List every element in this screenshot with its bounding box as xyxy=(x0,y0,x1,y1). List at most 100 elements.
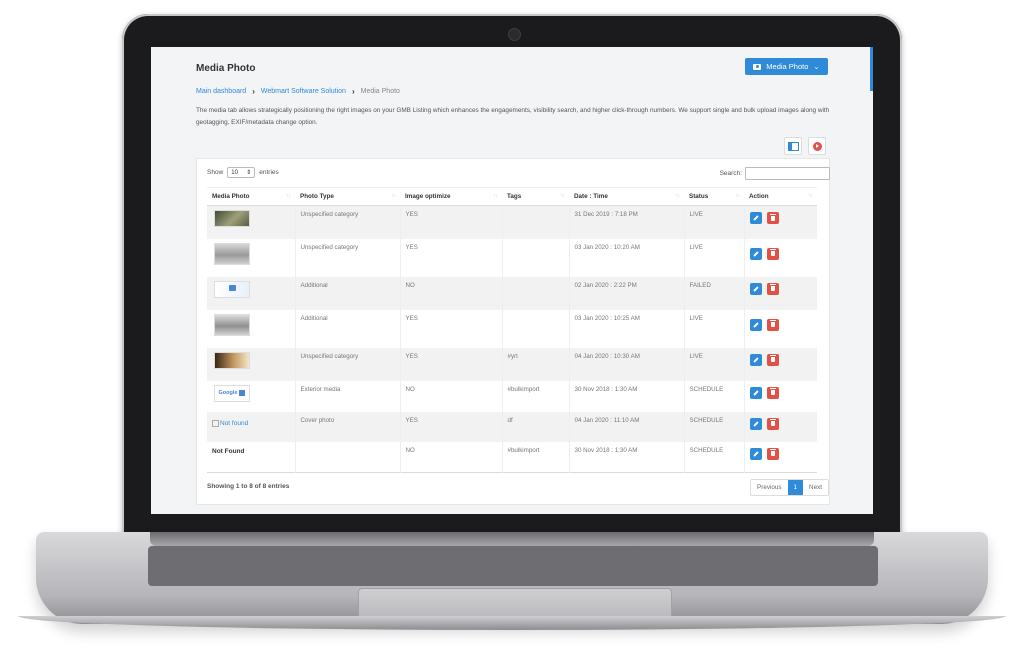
date-time: 02 Jan 2020 : 2:22 PM xyxy=(574,281,637,289)
google-logo-text: Google xyxy=(218,390,238,396)
table-info: Showing 1 to 8 of 8 entries xyxy=(207,483,290,490)
keyboard xyxy=(148,546,878,586)
column-header-photo-type[interactable]: Photo Type ↑↓ xyxy=(295,187,400,206)
media-photo-cell: Not Found xyxy=(207,442,295,473)
media-thumbnail[interactable] xyxy=(214,242,250,265)
trash-icon xyxy=(769,449,776,456)
delete-button[interactable] xyxy=(766,212,779,224)
delete-button[interactable] xyxy=(766,353,779,366)
table-row: Unspecified category YES 03 Jan 2020 : 1… xyxy=(207,238,817,277)
trash-icon xyxy=(769,213,776,221)
media-thumbnail[interactable] xyxy=(214,210,250,227)
column-header-status[interactable]: Status ↑↓ xyxy=(684,187,744,206)
edit-button[interactable] xyxy=(749,386,762,399)
media-photo-cell xyxy=(207,347,295,381)
pencil-icon xyxy=(752,389,759,396)
sidebar-toggle-button[interactable] xyxy=(784,137,802,155)
laptop-hinge xyxy=(150,532,874,546)
status: LIVE xyxy=(689,352,703,360)
media-thumbnail[interactable]: Google xyxy=(214,384,250,402)
delete-button[interactable] xyxy=(766,386,779,399)
image-optimize: NO xyxy=(405,446,415,454)
edit-button[interactable] xyxy=(749,318,762,331)
search-label: Search: xyxy=(719,170,742,177)
pagination-next[interactable]: Next xyxy=(803,480,828,495)
play-video-button[interactable] xyxy=(808,137,826,155)
broken-image-link[interactable]: Not found xyxy=(212,416,290,427)
edit-button[interactable] xyxy=(749,247,762,260)
edit-button[interactable] xyxy=(749,282,762,295)
column-header-image-optimize[interactable]: Image optimize ↑↓ xyxy=(400,187,502,206)
photo-type: Unspecified category xyxy=(300,211,359,218)
trash-icon xyxy=(769,320,776,327)
status: FAILED xyxy=(689,281,711,289)
search-input[interactable] xyxy=(745,167,830,180)
breadcrumb-chevron-icon: › xyxy=(351,87,355,96)
media-photo-cell xyxy=(207,310,295,348)
media-photo-cell xyxy=(207,205,295,239)
status: SCHEDULE xyxy=(689,385,724,393)
pencil-icon xyxy=(752,450,759,457)
delete-button[interactable] xyxy=(766,282,779,295)
image-optimize: YES xyxy=(405,314,418,322)
image-optimize: YES xyxy=(405,243,418,251)
media-photo-cell: Google xyxy=(207,381,295,412)
trash-icon xyxy=(769,419,776,426)
entries-select[interactable]: 10 ⇕ xyxy=(227,167,256,178)
edit-button[interactable] xyxy=(749,353,762,366)
column-header-media-photo[interactable]: Media Photo ↑↓ xyxy=(207,187,295,206)
delete-button[interactable] xyxy=(766,447,779,460)
delete-button[interactable] xyxy=(766,247,779,260)
tags xyxy=(508,310,564,315)
google-business-icon xyxy=(239,390,246,396)
table-row: Not found Cover photo YES df 04 Jan 2020… xyxy=(207,411,817,442)
pencil-icon xyxy=(752,250,759,257)
pagination-previous[interactable]: Previous xyxy=(751,480,788,495)
pencil-icon xyxy=(752,356,759,363)
column-header-tags[interactable]: Tags ↑↓ xyxy=(502,187,569,206)
edit-button[interactable] xyxy=(749,447,762,460)
media-thumbnail[interactable] xyxy=(214,351,250,369)
pencil-icon xyxy=(752,420,759,427)
date-time: 03 Jan 2020 : 10:20 AM xyxy=(574,243,640,251)
breadcrumb-webmart[interactable]: Webmart Software Solution xyxy=(261,88,346,95)
column-header-action[interactable]: Action ↑↓ xyxy=(744,187,817,206)
table-row: Unspecified category YES 31 Dec 2019 : 7… xyxy=(207,205,817,239)
breadcrumb-main-dashboard[interactable]: Main dashboard xyxy=(196,88,246,95)
select-arrows-icon: ⇕ xyxy=(246,170,252,176)
tags xyxy=(508,277,564,282)
pencil-icon xyxy=(752,285,759,292)
tags: df xyxy=(507,416,513,424)
delete-button[interactable] xyxy=(766,318,779,331)
media-photo-button[interactable]: Media Photo ⌄ xyxy=(745,58,828,75)
table-header-row: Media Photo ↑↓ Photo Type ↑↓ Image optimiz… xyxy=(207,187,817,206)
status: SCHEDULE xyxy=(689,446,724,454)
media-thumbnail[interactable] xyxy=(214,280,250,298)
media-photo-button-label: Media Photo xyxy=(766,62,809,71)
date-time: 04 Jan 2020 : 10:30 AM xyxy=(574,352,640,360)
breadcrumb-current: Media Photo xyxy=(360,88,400,95)
photo-type: Additional xyxy=(300,314,328,322)
table-row: Additional NO 02 Jan 2020 : 2:22 PM FAIL… xyxy=(207,276,817,310)
table-row: Google Exterior media NO #bulkimport 30 … xyxy=(207,380,817,412)
table-row: Additional YES 03 Jan 2020 : 10:25 AM LI… xyxy=(207,309,817,348)
photo-type: Unspecified category xyxy=(300,352,359,360)
media-photo-cell xyxy=(207,239,295,277)
media-photo-cell xyxy=(207,276,295,310)
entries-label: entries xyxy=(259,169,279,176)
media-thumbnail[interactable] xyxy=(214,313,250,336)
date-time: 04 Jan 2020 : 11:10 AM xyxy=(574,416,640,424)
status: LIVE xyxy=(689,314,703,322)
table-row: Not Found NO #bulkimport 30 Nov 2018 : 1… xyxy=(207,441,817,473)
column-header-date-time[interactable]: Date : Time ↑↓ xyxy=(569,187,684,206)
image-optimize: NO xyxy=(405,385,415,393)
delete-button[interactable] xyxy=(766,417,779,430)
edit-button[interactable] xyxy=(749,417,762,430)
date-time: 31 Dec 2019 : 7:18 PM xyxy=(574,211,638,218)
pencil-icon xyxy=(752,215,759,221)
pagination-page-1[interactable]: 1 xyxy=(787,480,804,495)
show-entries: Show 10 ⇕ entries xyxy=(207,167,279,178)
edit-button[interactable] xyxy=(749,212,762,224)
trash-icon xyxy=(769,388,776,395)
sort-icon: ↑↓ xyxy=(286,193,291,199)
